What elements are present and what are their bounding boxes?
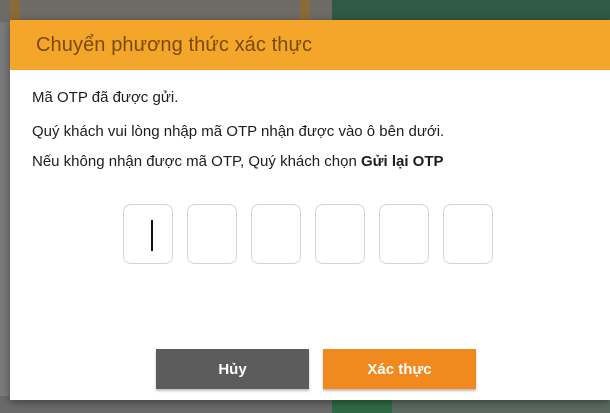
background-accent bbox=[300, 0, 310, 22]
otp-digit-2[interactable] bbox=[187, 204, 237, 264]
otp-instruction: Quý khách vui lòng nhập mã OTP nhận được… bbox=[32, 123, 445, 140]
resend-hint-text: Nếu không nhận được mã OTP, Quý khách ch… bbox=[32, 153, 361, 170]
resend-otp-link[interactable]: Gửi lại OTP bbox=[361, 153, 444, 170]
otp-digit-1[interactable] bbox=[123, 204, 173, 264]
otp-digit-4[interactable] bbox=[315, 204, 365, 264]
otp-input-row bbox=[123, 204, 493, 264]
otp-sent-message: Mã OTP đã được gửi. bbox=[32, 89, 179, 106]
dialog-title: Chuyển phương thức xác thực bbox=[36, 33, 313, 56]
dialog-header: Chuyển phương thức xác thực bbox=[10, 20, 610, 70]
cancel-button[interactable]: Hủy bbox=[156, 349, 309, 389]
otp-digit-5[interactable] bbox=[379, 204, 429, 264]
otp-digit-6[interactable] bbox=[443, 204, 493, 264]
dialog-body: Mã OTP đã được gửi. Quý khách vui lòng n… bbox=[10, 70, 610, 172]
background-top-left bbox=[0, 0, 332, 22]
background-accent bbox=[10, 0, 20, 22]
otp-dialog: Chuyển phương thức xác thực Mã OTP đã đư… bbox=[10, 20, 610, 400]
otp-digit-3[interactable] bbox=[251, 204, 301, 264]
text-caret bbox=[151, 220, 153, 251]
confirm-button[interactable]: Xác thực bbox=[323, 349, 476, 389]
background-top-right bbox=[332, 0, 610, 22]
resend-hint: Nếu không nhận được mã OTP, Quý khách ch… bbox=[32, 152, 610, 172]
